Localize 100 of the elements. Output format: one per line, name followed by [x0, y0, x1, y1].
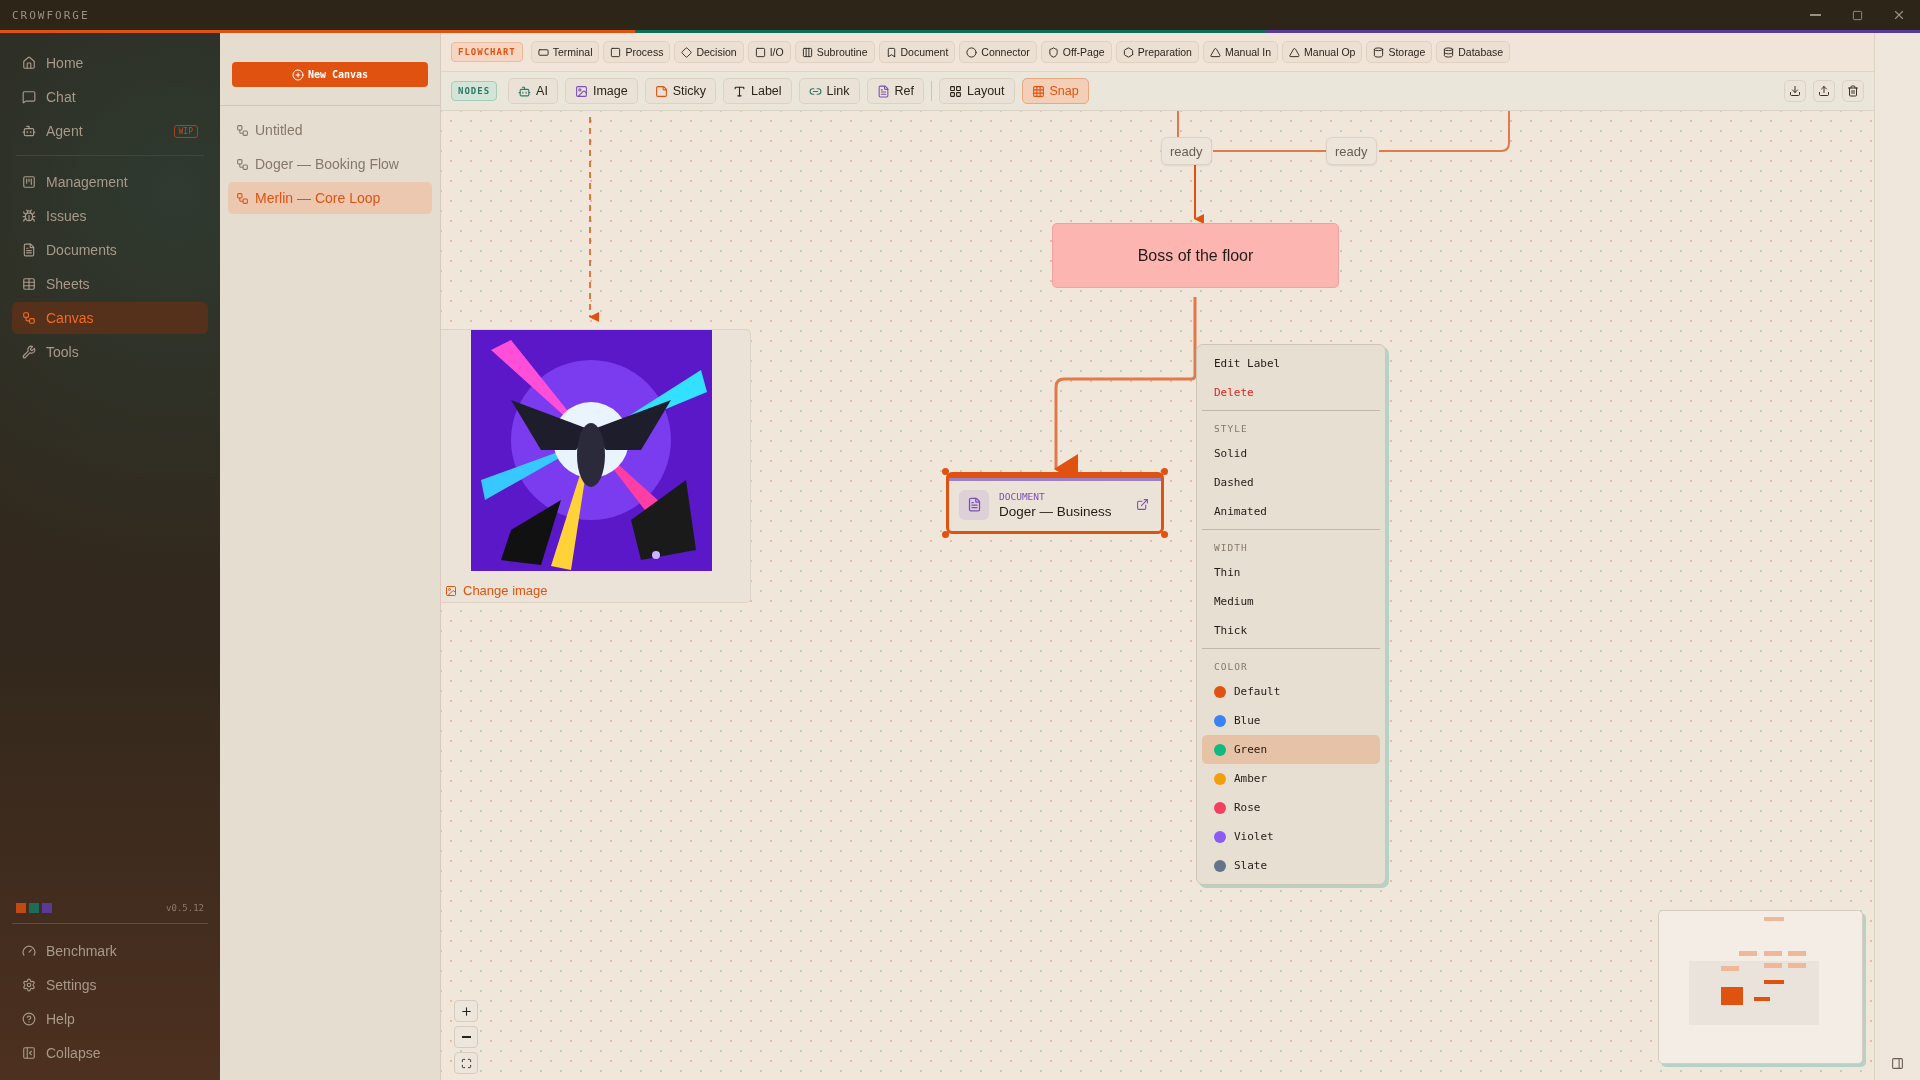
nav-icon [22, 978, 36, 992]
node-tool-button[interactable]: Link [798, 78, 860, 104]
resize-handle[interactable] [1161, 531, 1168, 538]
node-tool-button[interactable]: Ref [866, 78, 924, 104]
nav-item[interactable]: Issues [12, 200, 208, 232]
nav-item[interactable]: Collapse [12, 1036, 208, 1070]
nav-icon [22, 944, 36, 958]
edge-label[interactable]: ready [1326, 137, 1377, 165]
nav-item[interactable]: Chat [12, 81, 208, 113]
shape-icon [1373, 46, 1385, 58]
shape-button[interactable]: I/O [747, 41, 791, 63]
tool-icon [1031, 84, 1045, 98]
nav-item[interactable]: Sheets [12, 268, 208, 300]
menu-item[interactable]: Delete [1202, 378, 1380, 407]
nav-item[interactable]: Help [12, 1002, 208, 1036]
tool-icon [733, 84, 746, 98]
document-icon [959, 489, 989, 520]
minus-icon [461, 1036, 471, 1038]
new-canvas-button[interactable]: New Canvas [232, 62, 428, 87]
color-menu-item[interactable]: Default [1202, 677, 1380, 706]
external-link-icon[interactable] [1136, 498, 1149, 511]
node-tool-button[interactable]: AI [508, 78, 558, 104]
shape-button[interactable]: Decision [674, 41, 744, 63]
fit-view-button[interactable] [454, 1052, 478, 1074]
app-title: CROWFORGE [12, 8, 90, 22]
shape-button[interactable]: Storage [1366, 41, 1433, 63]
nav-item[interactable]: Canvas [12, 302, 208, 334]
tool-icon [949, 84, 962, 98]
workflow-icon [236, 191, 249, 205]
nav-icon [22, 209, 36, 223]
color-menu-item[interactable]: Green [1202, 735, 1380, 764]
resize-handle[interactable] [942, 531, 949, 538]
connector [1177, 111, 1179, 138]
color-menu-item[interactable]: Rose [1202, 793, 1380, 822]
menu-item[interactable]: Thin [1202, 558, 1380, 587]
nav-item[interactable]: Home [12, 47, 208, 79]
zoom-out-button[interactable] [454, 1026, 478, 1048]
workflow-icon [236, 157, 249, 171]
nav-item[interactable]: Agent WIP [12, 115, 208, 147]
document-node[interactable]: DOCUMENT Doger — Business [946, 472, 1164, 534]
connector [1194, 164, 1204, 224]
menu-item[interactable]: Edit Label [1202, 349, 1380, 378]
shape-icon [610, 46, 622, 58]
delete-button[interactable] [1842, 80, 1864, 102]
color-menu-item[interactable]: Amber [1202, 764, 1380, 793]
workflow-icon [236, 123, 249, 137]
node-tool-button[interactable]: Layout [939, 78, 1015, 104]
maximize-icon [1851, 9, 1863, 21]
nav-icon [22, 175, 36, 189]
shape-button[interactable]: Document [878, 41, 956, 63]
upload-button[interactable] [1813, 80, 1835, 102]
nav-icon [22, 345, 36, 359]
shape-button[interactable]: Off-Page [1040, 41, 1112, 63]
shape-button[interactable]: Manual In [1202, 41, 1279, 63]
nav-item[interactable]: Settings [12, 968, 208, 1002]
shape-button[interactable]: Process [603, 41, 671, 63]
shape-icon [754, 46, 766, 58]
menu-item[interactable]: Thick [1202, 616, 1380, 645]
download-button[interactable] [1784, 80, 1806, 102]
zoom-in-button[interactable] [454, 1000, 478, 1022]
menu-item[interactable]: Medium [1202, 587, 1380, 616]
node-tool-button[interactable]: Label [723, 78, 792, 104]
nav-icon [22, 90, 36, 104]
shape-button[interactable]: Manual Op [1282, 41, 1363, 63]
shape-button[interactable]: Subroutine [794, 41, 875, 63]
nav-item[interactable]: Management [12, 166, 208, 198]
shape-icon [885, 46, 897, 58]
resize-handle[interactable] [942, 468, 949, 475]
nav-icon [22, 311, 36, 325]
shape-icon [1289, 46, 1301, 58]
nav-item[interactable]: Benchmark [12, 934, 208, 968]
edge-label[interactable]: ready [1161, 137, 1212, 165]
nav-item[interactable]: Documents [12, 234, 208, 266]
panel-toggle-icon[interactable] [1891, 1057, 1904, 1070]
node-tool-button[interactable]: Image [564, 78, 638, 104]
menu-item[interactable]: Dashed [1202, 468, 1380, 497]
minimize-icon [1809, 14, 1821, 16]
menu-heading: WIDTH [1213, 541, 1249, 555]
plus-circle-icon [291, 68, 304, 81]
nav-icon [22, 243, 36, 257]
fit-view-icon [460, 1057, 472, 1069]
color-menu-item[interactable]: Slate [1202, 851, 1380, 880]
menu-heading: STYLE [1213, 422, 1249, 436]
nav-icon [22, 1046, 36, 1060]
color-menu-item[interactable]: Blue [1202, 706, 1380, 735]
menu-item[interactable]: Solid [1202, 439, 1380, 468]
nav-icon [22, 1012, 36, 1026]
color-menu-item[interactable]: Violet [1202, 822, 1380, 851]
shape-button[interactable]: Database [1436, 41, 1511, 63]
image-icon [445, 584, 457, 597]
shape-icon [1443, 46, 1455, 58]
node-tool-button[interactable]: Sticky [644, 78, 716, 104]
resize-handle[interactable] [1161, 468, 1168, 475]
menu-item[interactable]: Animated [1202, 497, 1380, 526]
shape-button[interactable]: Connector [959, 41, 1037, 63]
nav-item[interactable]: Tools [12, 336, 208, 368]
shape-button[interactable]: Terminal [530, 41, 600, 63]
process-node[interactable]: Boss of the floor [1052, 223, 1339, 288]
version-label: v0.5.12 [166, 903, 204, 913]
shape-button[interactable]: Preparation [1115, 41, 1199, 63]
